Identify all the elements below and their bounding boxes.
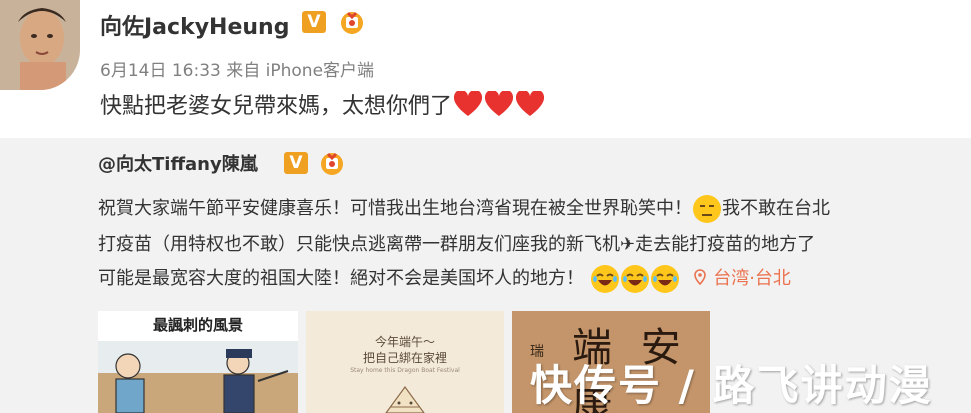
repost-text-line: 可能是最宽容大度的祖国大陸！絕对不会是美国坏人的地方！ 台湾·台北 — [98, 264, 791, 293]
vip-medal-icon — [321, 152, 343, 175]
heart-icon — [516, 91, 545, 116]
repost-author-name[interactable]: @向太Tiffany陳嵐 — [98, 150, 258, 176]
repost-text: 祝賀大家端午節平安健康喜乐！可惜我出生地台湾省現在被全世界恥笑中！ — [98, 198, 692, 219]
verified-v-icon: V — [302, 11, 326, 33]
speechless-emoji-icon — [693, 195, 721, 223]
image-thumbnail-2[interactable]: 今年端午～ 把自己綁在家裡 Stay home this Dragon Boat… — [306, 311, 504, 413]
post-content: 快點把老婆女兒帶來媽，太想你們了 — [100, 88, 545, 120]
post-meta: 6月14日 16:33 来自 iPhone客户端 — [100, 61, 375, 81]
laugh-cry-emoji-icon — [620, 265, 649, 293]
post-author-name[interactable]: 向佐JackyHeung — [100, 9, 289, 41]
location-link[interactable]: 台湾·台北 — [685, 268, 791, 289]
laugh-cry-emoji-icon — [650, 265, 679, 293]
repost-text: 我不敢在台北 — [722, 198, 830, 219]
avatar-image — [0, 0, 80, 90]
image-caption: 今年端午～ — [374, 335, 435, 349]
zongzi-illustration — [385, 385, 425, 413]
image-caption: 最諷刺的風景 — [152, 316, 243, 334]
location-text: 台湾·台北 — [713, 268, 791, 289]
repost-text-line: 打疫苗（用特权也不敢）只能快点逃离帶一群朋友们座我的新飞机✈走去能打疫苗的地方了 — [98, 234, 816, 255]
avatar[interactable] — [0, 0, 80, 90]
repost-text-line: 祝賀大家端午節平安健康喜乐！可惜我出生地台湾省現在被全世界恥笑中！ 我不敢在台北 — [98, 194, 830, 223]
laugh-cry-emoji-icon — [590, 265, 619, 293]
post-text: 快點把老婆女兒帶來媽，太想你們了 — [100, 94, 453, 119]
image-caption: 把自己綁在家裡 — [362, 351, 447, 365]
watermark-text: 快传号 / 路飞讲动漫 — [530, 361, 933, 410]
repost-text: 可能是最宽容大度的祖国大陸！絕对不会是美国坏人的地方！ — [98, 268, 584, 289]
image-caption-small: Stay home this Dragon Boat Festival — [350, 367, 460, 374]
verified-v-icon: V — [284, 152, 308, 174]
location-pin-icon — [694, 269, 707, 286]
heart-icon — [454, 91, 483, 116]
image-thumbnail-1[interactable]: 最諷刺的風景 — [98, 311, 298, 413]
heart-icon — [485, 91, 514, 116]
vip-medal-icon — [341, 11, 363, 34]
